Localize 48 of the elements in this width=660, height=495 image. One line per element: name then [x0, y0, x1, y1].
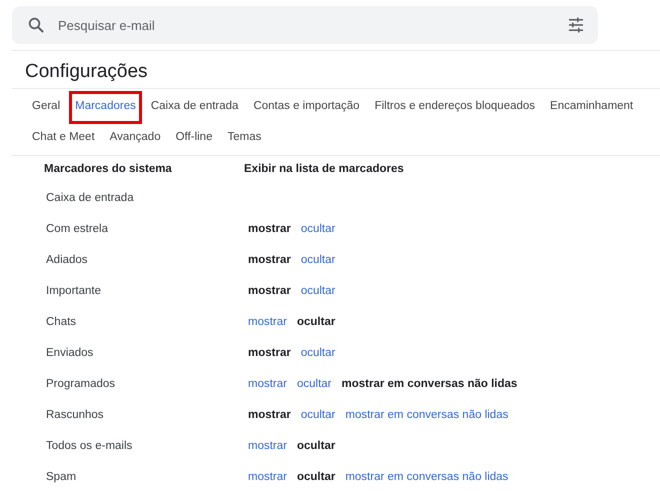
option-link[interactable]: mostrar em conversas não lidas [345, 470, 508, 482]
option-text: mostrar [248, 254, 291, 266]
option-text: mostrar [248, 222, 291, 234]
label-name: Rascunhos [46, 408, 104, 420]
option-link[interactable]: ocultar [300, 222, 336, 234]
option-link[interactable]: ocultar [300, 284, 336, 296]
option-link[interactable]: ocultar [300, 408, 336, 420]
search-input[interactable]: Pesquisar e-mail [58, 18, 554, 32]
settings-tab[interactable]: Encaminhament [544, 91, 640, 124]
option-link[interactable]: ocultar [300, 346, 336, 358]
column-header: Marcadores do sistema [44, 162, 173, 177]
option-text: mostrar [248, 408, 291, 420]
settings-tab[interactable]: Temas [221, 122, 268, 155]
option-link[interactable]: mostrar [248, 378, 287, 390]
settings-tab[interactable]: Geral [26, 91, 66, 124]
option-text: ocultar [296, 470, 336, 482]
settings-tab[interactable]: Filtros e endereços bloqueados [368, 91, 542, 124]
option-link[interactable]: mostrar [248, 440, 287, 452]
settings-tab[interactable]: Marcadores [69, 91, 142, 124]
option-text: mostrar [248, 284, 291, 296]
label-name: Importante [46, 284, 101, 296]
column-header: Exibir na lista de marcadores [244, 162, 405, 177]
settings-tab[interactable]: Chat e Meet [26, 122, 101, 155]
label-name: Com estrela [46, 222, 108, 234]
option-text: mostrar [248, 346, 291, 358]
option-text: ocultar [296, 440, 336, 452]
search-field[interactable]: Pesquisar e-mail [12, 6, 598, 44]
option-text: mostrar em conversas não lidas [342, 378, 518, 390]
option-link[interactable]: ocultar [300, 254, 336, 266]
option-link[interactable]: mostrar [248, 316, 287, 328]
label-name: Spam [46, 470, 76, 482]
label-name: Enviados [46, 346, 94, 358]
option-text: ocultar [296, 316, 336, 328]
search-icon [28, 17, 44, 33]
option-link[interactable]: ocultar [296, 378, 332, 390]
settings-tab[interactable]: Caixa de entrada [144, 91, 244, 124]
settings-tab[interactable]: Off-line [170, 122, 218, 155]
option-link[interactable]: mostrar [248, 470, 287, 482]
label-name: Adiados [46, 254, 88, 266]
label-name: Caixa de entrada [46, 192, 134, 204]
settings-tab[interactable]: Avançado [104, 122, 167, 155]
filter-sliders-icon[interactable] [568, 17, 584, 33]
label-name: Todos os e-mails [46, 440, 132, 452]
settings-tab[interactable]: Contas e importação [247, 91, 366, 124]
option-link[interactable]: mostrar em conversas não lidas [345, 408, 508, 420]
page-title: Configurações [24, 60, 149, 84]
label-name: Chats [46, 316, 76, 328]
label-name: Programados [46, 378, 116, 390]
